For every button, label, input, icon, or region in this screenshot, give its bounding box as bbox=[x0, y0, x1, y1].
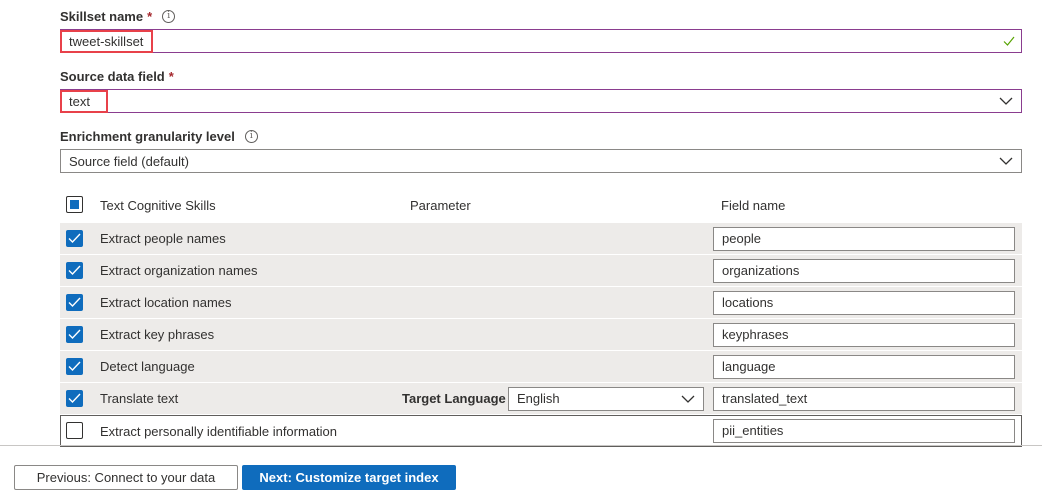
skill-label: Extract personally identifiable informat… bbox=[100, 424, 338, 439]
checkmark-icon bbox=[68, 329, 81, 340]
select-all-checkbox[interactable] bbox=[66, 196, 83, 213]
footer-divider bbox=[0, 445, 1042, 446]
skill-checkbox[interactable] bbox=[66, 294, 83, 311]
enrichment-level-select[interactable]: Source field (default) bbox=[60, 149, 1022, 173]
indeterminate-mark bbox=[70, 200, 79, 209]
skill-checkbox[interactable] bbox=[66, 230, 83, 247]
chevron-down-icon bbox=[999, 157, 1013, 165]
enrichment-level-label-text: Enrichment granularity level bbox=[60, 129, 235, 144]
skill-label: Extract key phrases bbox=[100, 327, 215, 342]
header-parameter: Parameter bbox=[410, 198, 471, 213]
skill-checkbox[interactable] bbox=[66, 262, 83, 279]
field-name-input[interactable]: language bbox=[713, 355, 1015, 379]
checkmark-icon bbox=[1003, 36, 1015, 46]
table-row: Extract people names people bbox=[60, 223, 1022, 254]
enrichment-level-value: Source field (default) bbox=[69, 153, 189, 169]
field-name-input[interactable]: organizations bbox=[713, 259, 1015, 283]
table-row: Extract personally identifiable informat… bbox=[60, 415, 1022, 447]
info-icon[interactable]: i bbox=[244, 130, 258, 143]
chevron-down-icon bbox=[999, 97, 1013, 105]
skill-checkbox[interactable] bbox=[66, 358, 83, 375]
field-name-input[interactable]: translated_text bbox=[713, 387, 1015, 411]
checkmark-icon bbox=[68, 297, 81, 308]
next-button[interactable]: Next: Customize target index bbox=[242, 465, 456, 490]
table-row: Translate text Target Language English t… bbox=[60, 383, 1022, 414]
checkmark-icon bbox=[68, 233, 81, 244]
checkmark-icon bbox=[68, 361, 81, 372]
target-language-value: English bbox=[517, 391, 560, 406]
skill-label: Detect language bbox=[100, 359, 195, 374]
enrichment-level-label: Enrichment granularity level i bbox=[60, 129, 258, 144]
checkmark-icon bbox=[68, 265, 81, 276]
required-marker: * bbox=[147, 9, 153, 24]
table-row: Extract location names locations bbox=[60, 287, 1022, 318]
source-data-field-label: Source data field * bbox=[60, 69, 174, 84]
skill-checkbox[interactable] bbox=[66, 326, 83, 343]
skill-label: Extract location names bbox=[100, 295, 232, 310]
skillset-name-input[interactable]: tweet-skillset bbox=[60, 29, 1022, 53]
checkmark-icon bbox=[68, 393, 81, 404]
source-data-field-select[interactable]: text bbox=[60, 89, 1022, 113]
skillset-name-label-text: Skillset name bbox=[60, 9, 144, 24]
field-name-input[interactable]: keyphrases bbox=[713, 323, 1015, 347]
skillset-name-label: Skillset name * i bbox=[60, 9, 176, 24]
target-language-select[interactable]: English bbox=[508, 387, 704, 411]
header-skills: Text Cognitive Skills bbox=[100, 198, 216, 213]
previous-button[interactable]: Previous: Connect to your data bbox=[14, 465, 238, 490]
source-data-field-label-text: Source data field bbox=[60, 69, 165, 84]
skill-checkbox[interactable] bbox=[66, 390, 83, 407]
source-data-field-highlight bbox=[60, 90, 108, 113]
skill-checkbox[interactable] bbox=[66, 422, 83, 439]
skillset-name-highlight bbox=[60, 30, 153, 53]
header-field-name: Field name bbox=[721, 198, 786, 213]
chevron-down-icon bbox=[681, 395, 695, 403]
info-icon[interactable]: i bbox=[162, 10, 176, 23]
skill-label: Extract organization names bbox=[100, 263, 258, 278]
skill-label: Translate text bbox=[100, 391, 179, 406]
target-language-label: Target Language bbox=[402, 391, 506, 406]
skill-label: Extract people names bbox=[100, 231, 226, 246]
table-row: Detect language language bbox=[60, 351, 1022, 382]
field-name-input[interactable]: pii_entities bbox=[713, 419, 1015, 443]
required-marker: * bbox=[168, 69, 174, 84]
table-row: Extract key phrases keyphrases bbox=[60, 319, 1022, 350]
field-name-input[interactable]: people bbox=[713, 227, 1015, 251]
field-name-input[interactable]: locations bbox=[713, 291, 1015, 315]
table-row: Extract organization names organizations bbox=[60, 255, 1022, 286]
